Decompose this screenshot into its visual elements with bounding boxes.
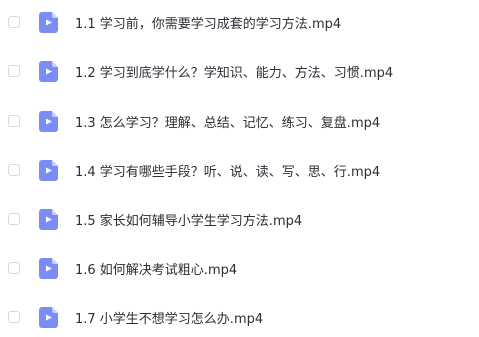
video-file-icon [39,11,58,33]
select-checkbox[interactable] [8,164,20,176]
file-name[interactable]: 1.3 怎么学习？理解、总结、记忆、练习、复盘.mp4 [75,112,380,131]
select-checkbox[interactable] [8,311,20,323]
file-row[interactable]: 1.4 学习有哪些手段？听、说、读、写、思、行.mp4 [0,150,479,190]
file-row[interactable]: 1.2 学习到底学什么？学知识、能力、方法、习惯.mp4 [0,51,479,91]
file-row[interactable]: 1.3 怎么学习？理解、总结、记忆、练习、复盘.mp4 [0,101,479,141]
select-checkbox[interactable] [8,213,20,225]
file-name[interactable]: 1.6 如何解决考试粗心.mp4 [75,259,237,278]
video-file-icon [39,306,58,328]
video-file-icon [39,257,58,279]
file-row[interactable]: 1.6 如何解决考试粗心.mp4 [0,248,479,288]
file-row[interactable]: 1.7 小学生不想学习怎么办.mp4 [0,297,479,337]
video-file-icon [39,60,58,82]
file-name[interactable]: 1.2 学习到底学什么？学知识、能力、方法、习惯.mp4 [75,62,393,81]
file-name[interactable]: 1.5 家长如何辅导小学生学习方法.mp4 [75,210,302,229]
video-file-icon [39,110,58,132]
video-file-icon [39,159,58,181]
file-row[interactable]: 1.1 学习前，你需要学习成套的学习方法.mp4 [0,2,479,42]
file-name[interactable]: 1.4 学习有哪些手段？听、说、读、写、思、行.mp4 [75,161,380,180]
select-checkbox[interactable] [8,262,20,274]
file-name[interactable]: 1.1 学习前，你需要学习成套的学习方法.mp4 [75,13,341,32]
select-checkbox[interactable] [8,16,20,28]
select-checkbox[interactable] [8,65,20,77]
select-checkbox[interactable] [8,115,20,127]
file-name[interactable]: 1.7 小学生不想学习怎么办.mp4 [75,308,263,327]
video-file-icon [39,208,58,230]
file-row[interactable]: 1.5 家长如何辅导小学生学习方法.mp4 [0,199,479,239]
